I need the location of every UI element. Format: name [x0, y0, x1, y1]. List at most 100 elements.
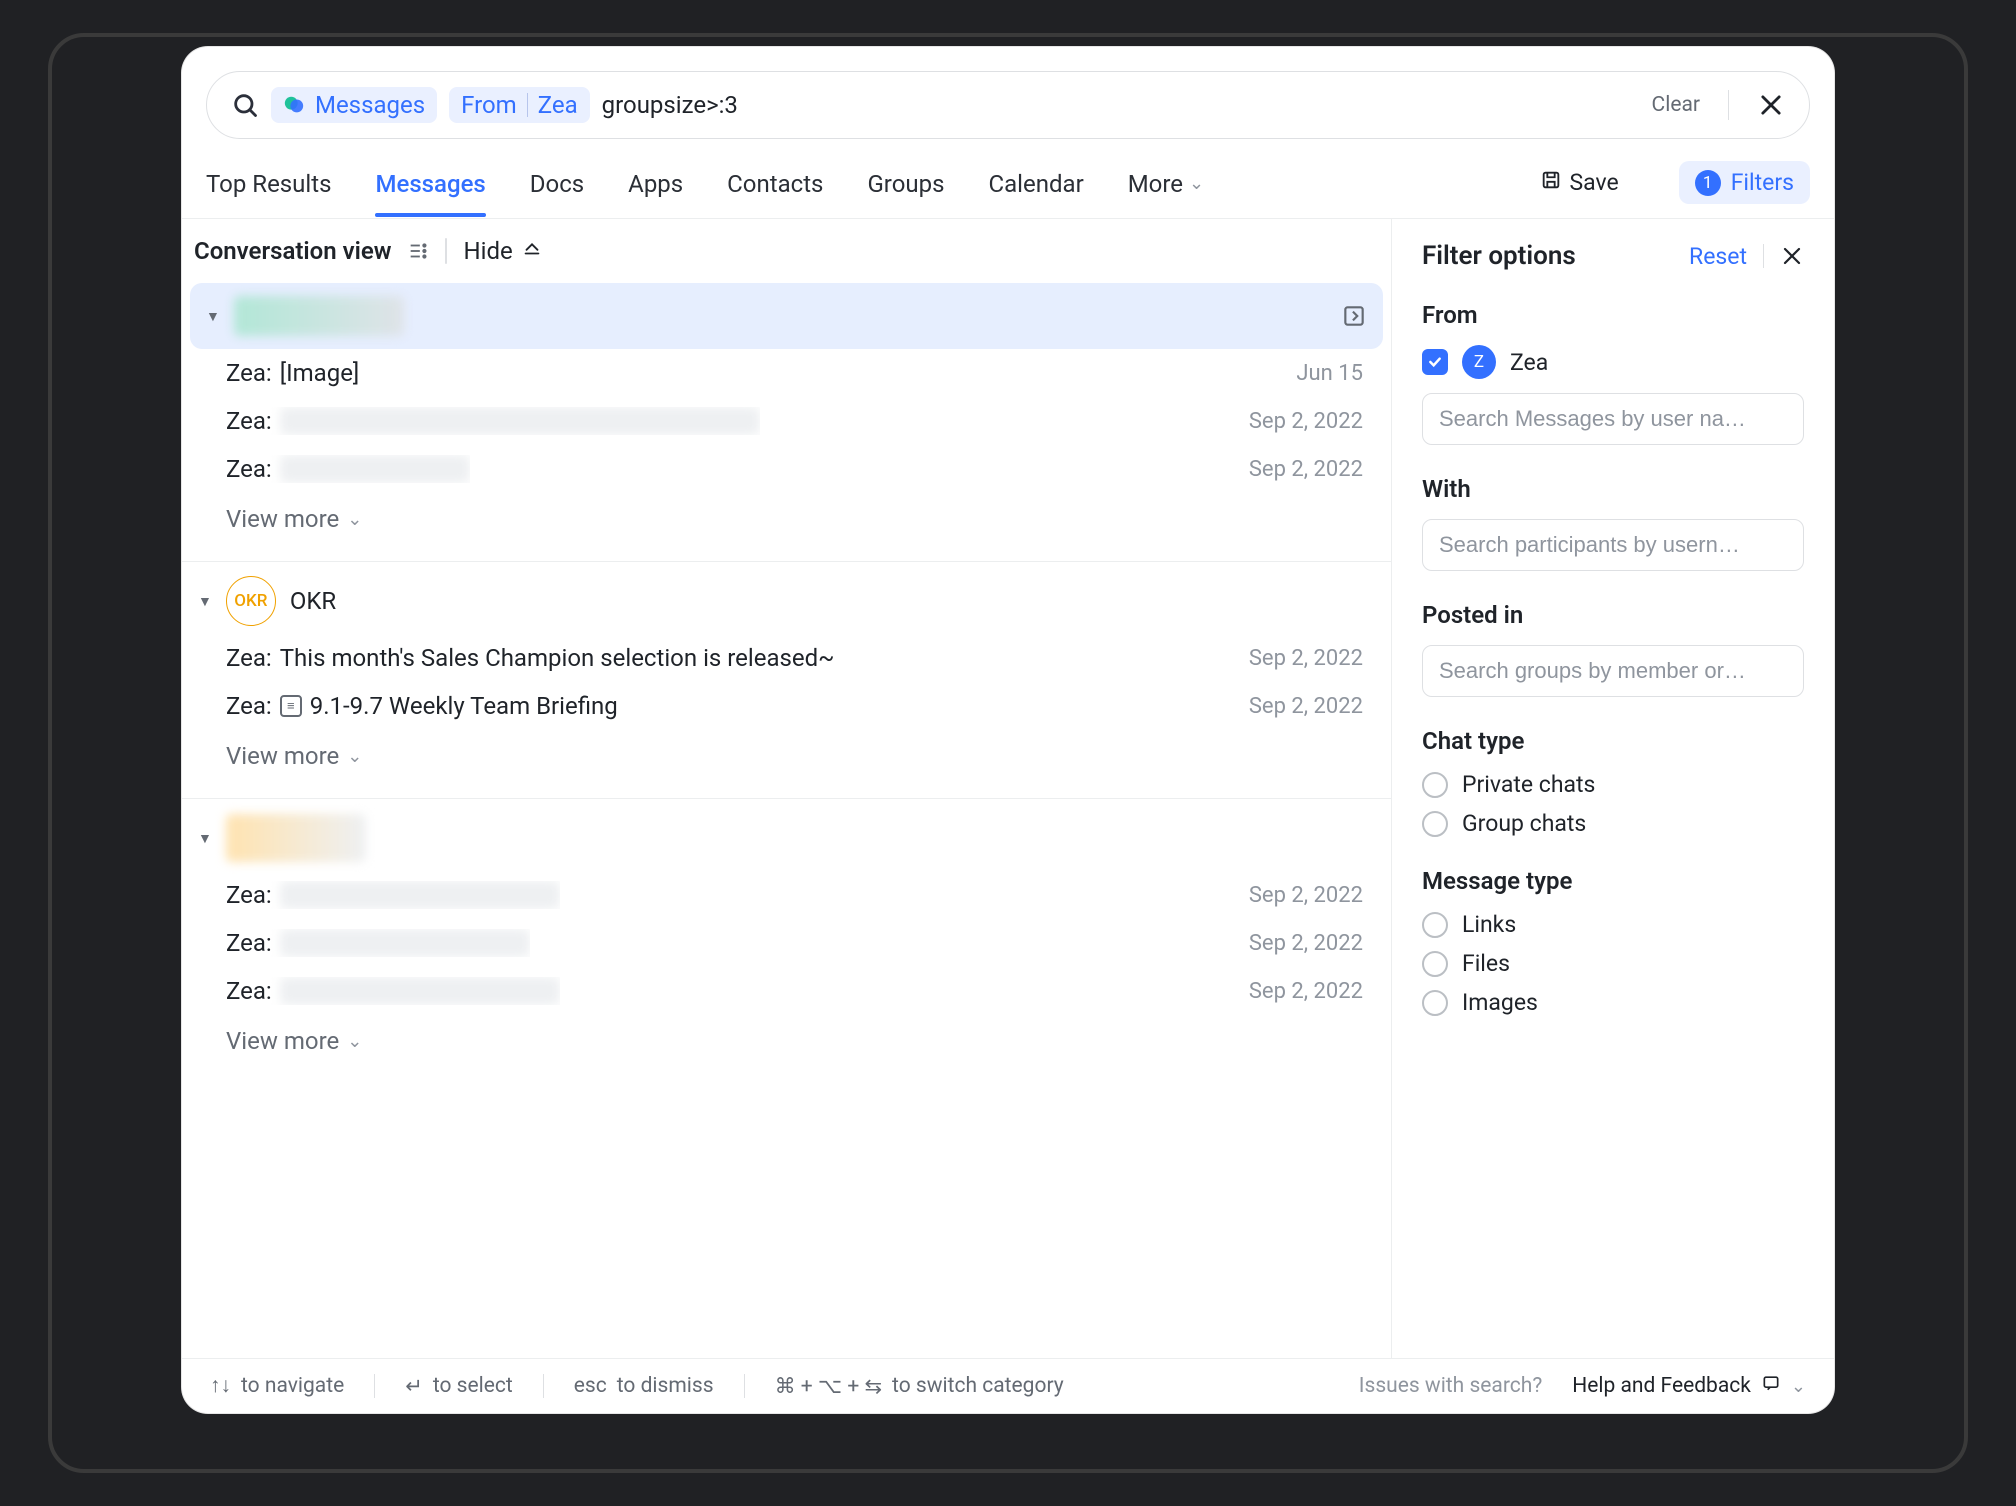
message-row[interactable]: Zea: [Image] Jun 15: [182, 349, 1391, 397]
filters-button[interactable]: 1 Filters: [1679, 161, 1810, 204]
view-more-label: View more: [226, 1027, 339, 1055]
group-name-redacted: [226, 814, 366, 862]
radio-label: Links: [1462, 911, 1516, 938]
tab-messages[interactable]: Messages: [375, 150, 485, 216]
tab-contacts[interactable]: Contacts: [727, 150, 823, 216]
message-row[interactable]: Zea: Sep 2, 2022: [182, 397, 1391, 445]
clear-button[interactable]: Clear: [1652, 93, 1700, 117]
radio-icon: [1422, 811, 1448, 837]
issues-label: Issues with search?: [1359, 1374, 1542, 1398]
radio-images[interactable]: Images: [1422, 989, 1804, 1016]
checkbox-checked-icon[interactable]: [1422, 349, 1448, 375]
search-chip-messages[interactable]: Messages: [271, 87, 437, 123]
msg-text: This month's Sales Champion selection is…: [280, 644, 835, 672]
hide-button[interactable]: Hide: [463, 237, 542, 265]
list-view-icon[interactable]: [407, 240, 429, 262]
search-chip-from[interactable]: From Zea: [449, 87, 590, 123]
caret-down-icon[interactable]: ▼: [206, 308, 220, 325]
collapse-icon: [521, 237, 543, 265]
filters-label: Filters: [1731, 169, 1794, 196]
msg-author: Zea:: [226, 692, 272, 720]
filter-panel: Filter options Reset From Z Zea: [1392, 219, 1834, 1358]
filter-section-from: From Z Zea: [1422, 301, 1804, 445]
close-panel-icon[interactable]: [1780, 244, 1804, 268]
msg-date: Jun 15: [1296, 361, 1363, 386]
user-avatar: Z: [1462, 345, 1496, 379]
help-label: Help and Feedback: [1572, 1374, 1751, 1398]
divider: [1728, 90, 1729, 120]
chat-type-label: Chat type: [1422, 727, 1804, 755]
radio-label: Private chats: [1462, 771, 1595, 798]
msg-date: Sep 2, 2022: [1249, 979, 1363, 1004]
msg-text: [Image]: [280, 359, 360, 387]
updown-icon: ↑↓: [210, 1374, 231, 1398]
radio-files[interactable]: Files: [1422, 950, 1804, 977]
msg-date: Sep 2, 2022: [1249, 931, 1363, 956]
kbd-switch: ⌘ + ⌥ + ⇆ to switch category: [775, 1374, 1064, 1399]
from-user-chip[interactable]: Z Zea: [1422, 345, 1804, 379]
kbd-select: ↵ to select: [405, 1374, 513, 1399]
open-conversation-icon[interactable]: [1341, 303, 1367, 329]
caret-down-icon[interactable]: ▼: [198, 830, 212, 847]
chevron-down-icon: ⌄: [347, 746, 362, 767]
radio-private-chats[interactable]: Private chats: [1422, 771, 1804, 798]
radio-group-chats[interactable]: Group chats: [1422, 810, 1804, 837]
reset-button[interactable]: Reset: [1689, 243, 1747, 270]
from-label: From: [461, 91, 517, 119]
msg-date: Sep 2, 2022: [1249, 457, 1363, 482]
chevron-down-icon: ⌄: [347, 1031, 362, 1052]
search-icon: [231, 91, 259, 119]
tab-apps[interactable]: Apps: [628, 150, 683, 216]
from-search-input[interactable]: [1422, 393, 1804, 445]
group-avatar: OKR: [226, 576, 276, 626]
message-row[interactable]: Zea: Sep 2, 2022: [182, 445, 1391, 493]
group-header[interactable]: ▼: [182, 805, 1391, 871]
with-search-input[interactable]: [1422, 519, 1804, 571]
radio-links[interactable]: Links: [1422, 911, 1804, 938]
msg-author: Zea:: [226, 881, 272, 909]
message-row[interactable]: Zea: Sep 2, 2022: [182, 967, 1391, 1015]
message-row[interactable]: Zea: ≡ 9.1-9.7 Weekly Team Briefing Sep …: [182, 682, 1391, 730]
more-label: More: [1128, 170, 1183, 198]
view-more-label: View more: [226, 505, 339, 533]
filter-panel-title: Filter options: [1422, 241, 1673, 271]
caret-down-icon[interactable]: ▼: [198, 593, 212, 610]
dismiss-label: to dismiss: [617, 1374, 714, 1398]
msg-author: Zea:: [226, 359, 272, 387]
view-more-button[interactable]: View more ⌄: [182, 1015, 1391, 1077]
msg-author: Zea:: [226, 644, 272, 672]
help-feedback-button[interactable]: Help and Feedback ⌄: [1572, 1373, 1806, 1399]
chevron-down-icon: ⌄: [1791, 1376, 1806, 1397]
msg-text-redacted: [280, 929, 530, 957]
conversation-view-title: Conversation view: [194, 237, 391, 265]
kbd-navigate: ↑↓ to navigate: [210, 1374, 344, 1398]
user-name: Zea: [1510, 349, 1548, 376]
close-icon[interactable]: [1757, 91, 1785, 119]
with-label: With: [1422, 475, 1804, 503]
view-more-button[interactable]: View more ⌄: [182, 493, 1391, 555]
message-row[interactable]: Zea: This month's Sales Champion selecti…: [182, 634, 1391, 682]
message-row[interactable]: Zea: Sep 2, 2022: [182, 919, 1391, 967]
group-name: OKR: [290, 587, 336, 615]
msg-text-redacted: [280, 455, 470, 483]
tab-calendar[interactable]: Calendar: [988, 150, 1083, 216]
search-query-text[interactable]: groupsize>:3: [602, 91, 1640, 119]
msg-date: Sep 2, 2022: [1249, 409, 1363, 434]
group-header[interactable]: ▼: [190, 283, 1383, 349]
search-bar[interactable]: Messages From Zea groupsize>:3 Clear: [206, 71, 1810, 139]
save-button[interactable]: Save: [1540, 149, 1619, 217]
tab-groups[interactable]: Groups: [867, 150, 944, 216]
tab-more[interactable]: More ⌄: [1128, 150, 1204, 216]
group-header[interactable]: ▼ OKR OKR: [182, 568, 1391, 634]
save-label: Save: [1570, 169, 1619, 196]
message-row[interactable]: Zea: Sep 2, 2022: [182, 871, 1391, 919]
navigate-label: to navigate: [241, 1374, 344, 1398]
posted-in-search-input[interactable]: [1422, 645, 1804, 697]
conversation-group: ▼ Zea: [Image] Jun 15 Zea: Sep 2, 2022: [182, 283, 1391, 555]
conversation-group: ▼ OKR OKR Zea: This month's Sales Champi…: [182, 568, 1391, 792]
radio-label: Files: [1462, 950, 1510, 977]
tabs-row: Top Results Messages Docs Apps Contacts …: [182, 147, 1834, 219]
view-more-button[interactable]: View more ⌄: [182, 730, 1391, 792]
tab-top-results[interactable]: Top Results: [206, 150, 331, 216]
tab-docs[interactable]: Docs: [530, 150, 584, 216]
